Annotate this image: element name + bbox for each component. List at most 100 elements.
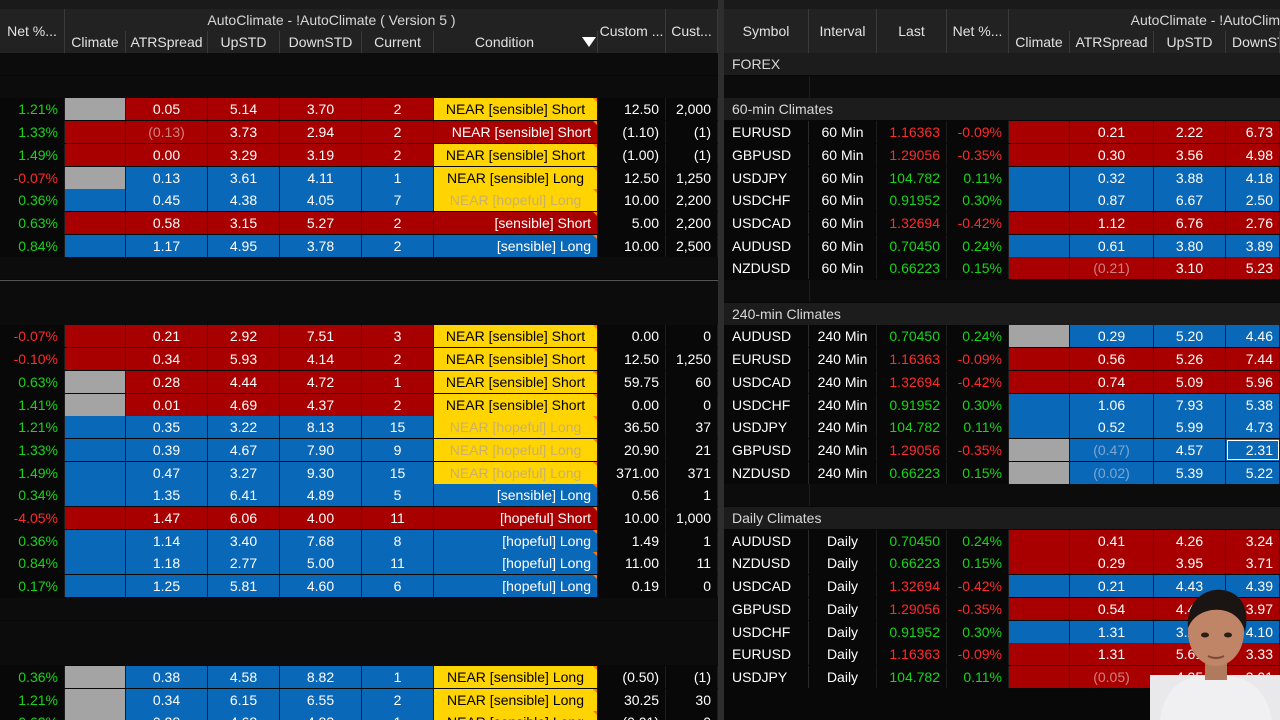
table-row[interactable]: 1.49% 0.00 3.29 3.19 2 NEAR [sensible] Short (… [0,143,718,166]
symbol-cell[interactable]: EURUSD [724,348,809,371]
table-row[interactable]: -0.10% 0.34 5.93 4.14 2 NEAR [sensible] Short… [0,348,718,371]
table-row[interactable]: NZDUSD 60 Min 0.66223 0.15% (0.21) 3.10 5.23 [724,257,1280,280]
table-row[interactable]: USDCHF 240 Min 0.91952 0.30% 1.06 7.93 5.38 [724,393,1280,416]
table-row[interactable]: 1.33% 0.39 4.67 7.90 9 NEAR [hopeful] Long 20.… [0,438,718,461]
table-row[interactable]: EURUSD 240 Min 1.16363 -0.09% 0.56 5.26 7.44 [724,348,1280,371]
table-row[interactable]: USDCHF 60 Min 0.91952 0.30% 0.87 6.67 2.50 [724,189,1280,212]
col-atrspread-header[interactable]: ATRSpread [126,31,208,53]
symbol-cell[interactable]: USDCAD [724,211,809,234]
col-atrspread-header-right[interactable]: ATRSpread [1070,31,1154,53]
upstd-cell: 5.81 [208,575,280,598]
section-label: Daily Climates [732,510,822,526]
table-row[interactable]: 0.84% 1.17 4.95 3.78 2 [sensible] Long 10.00 2,… [0,234,718,257]
condition-cell: NEAR [sensible] Long [434,665,598,688]
table-row[interactable]: NZDUSD 240 Min 0.66223 0.15% (0.02) 5.39 5.22 [724,461,1280,484]
interval-cell: 60 Min [809,211,877,234]
col-interval-header[interactable]: Interval [809,9,877,53]
symbol-cell[interactable]: USDCAD [724,370,809,393]
table-row[interactable]: AUDUSD 60 Min 0.70450 0.24% 0.61 3.80 3.89 [724,234,1280,257]
interval-cell: Daily [809,597,877,620]
current-cell: 1 [362,665,434,688]
symbol-cell[interactable]: AUDUSD [724,529,809,552]
table-row[interactable]: GBPUSD 60 Min 1.29056 -0.35% 0.30 3.56 4.98 [724,143,1280,166]
col-climate-header-right[interactable]: Climate [1009,31,1070,53]
upstd-cell: 6.41 [208,484,280,507]
condition-text: NEAR [sensible] Long [447,169,584,186]
table-row[interactable]: EURUSD 60 Min 1.16363 -0.09% 0.21 2.22 6.73 [724,121,1280,144]
col-net-header[interactable]: Net %... [0,9,65,53]
col-custom2-header[interactable]: Cust... [666,9,718,53]
table-row[interactable]: USDJPY 60 Min 104.782 0.11% 0.32 3.88 4.18 [724,166,1280,189]
current-cell: 15 [362,416,434,439]
orange-corner-flag-icon [593,348,597,353]
symbol-cell[interactable]: NZDUSD [724,552,809,575]
col-current-header[interactable]: Current [362,31,434,53]
col-custom1-header[interactable]: Custom ... [598,9,666,53]
filter-icon[interactable] [582,37,597,47]
symbol-cell[interactable]: USDJPY [724,166,809,189]
left-column-header: Net %... AutoClimate - !AutoClimate ( Ve… [0,9,718,53]
condition-cell: NEAR [sensible] Short [434,370,598,393]
table-row[interactable]: -4.05% 1.47 6.06 4.00 11 [hopeful] Short 10.00… [0,507,718,529]
interval-cell: 60 Min [809,166,877,189]
climate-cell [1009,393,1070,416]
symbol-cell[interactable]: NZDUSD [724,257,809,280]
symbol-cell[interactable]: GBPUSD [724,597,809,620]
upstd-cell: 3.73 [208,121,280,144]
symbol-cell[interactable]: AUDUSD [724,234,809,257]
table-row[interactable]: 0.36% 0.45 4.38 4.05 7 NEAR [hopeful] Long 10.… [0,189,718,212]
empty-cell [809,484,810,507]
table-row[interactable]: 0.62% 0.284.684.831 NEAR [sensible] Long (0… [0,711,718,720]
table-row[interactable]: 1.49% 0.47 3.27 9.30 15 NEAR [hopeful] Long 37… [0,461,718,484]
col-downstd-header[interactable]: DownSTD [280,31,362,53]
table-row[interactable]: 0.84% 1.18 2.77 5.00 11 [hopeful] Long 11.00 11 [0,552,718,575]
table-row[interactable]: 1.33% (0.13) 3.73 2.94 2 NEAR [sensible] Shor… [0,121,718,144]
symbol-cell[interactable]: EURUSD [724,121,809,144]
table-row[interactable]: USDCAD 240 Min 1.32694 -0.42% 0.74 5.09 5.96 [724,370,1280,393]
symbol-cell[interactable]: USDCHF [724,393,809,416]
symbol-cell[interactable]: AUDUSD [724,325,809,348]
table-row[interactable]: GBPUSD 240 Min 1.29056 -0.35% (0.47) 4.57 2.31 [724,438,1280,461]
table-row[interactable]: USDJPY 240 Min 104.782 0.11% 0.52 5.99 4.73 [724,416,1280,439]
last-price-cell: 1.32694 [877,211,947,234]
table-row[interactable]: 0.34% 1.35 6.41 4.89 5 [sensible] Long 0.56 1 [0,484,718,507]
col-net-header-right[interactable]: Net %... [947,9,1009,53]
custom2-cell: 2,500 [666,234,718,257]
table-row[interactable]: 0.63% 0.28 4.44 4.72 1 NEAR [sensible] Short 5… [0,370,718,393]
symbol-cell[interactable]: USDJPY [724,416,809,439]
custom2-cell: 0 [666,575,718,598]
symbol-cell[interactable]: USDCHF [724,620,809,643]
table-row[interactable]: USDCAD 60 Min 1.32694 -0.42% 1.12 6.76 2.76 [724,211,1280,234]
custom1-cell: 20.90 [598,438,666,461]
table-row[interactable]: -0.07% 0.21 2.92 7.51 3 NEAR [sensible] Short… [0,325,718,348]
symbol-cell[interactable]: GBPUSD [724,143,809,166]
table-row[interactable]: 0.36% 0.38 4.58 8.82 1 NEAR [sensible] Long (0… [0,665,718,688]
custom2-cell: 2,000 [666,98,718,121]
symbol-cell[interactable]: NZDUSD [724,461,809,484]
table-row[interactable]: AUDUSD 240 Min 0.70450 0.24% 0.29 5.20 4.46 [724,325,1280,348]
symbol-cell[interactable]: USDCHF [724,189,809,212]
table-row[interactable]: NZDUSD Daily 0.66223 0.15% 0.29 3.95 3.71 [724,552,1280,575]
table-row[interactable]: 1.21% 0.34 6.15 6.55 2 NEAR [sensible] Long 30… [0,688,718,711]
col-condition-header[interactable]: Condition [434,31,598,53]
table-row[interactable]: 1.21% 0.05 5.14 3.70 2 NEAR [sensible] Short 1… [0,98,718,121]
col-upstd-header[interactable]: UpSTD [208,31,280,53]
custom2-cell: 1,250 [666,348,718,371]
table-row[interactable]: 0.63% 0.58 3.15 5.27 2 [sensible] Short 5.00 2,… [0,211,718,234]
net-change-cell: 0.36% [0,529,65,552]
col-upstd-header-right[interactable]: UpSTD [1154,31,1226,53]
table-row[interactable]: 1.21% 0.35 3.22 8.13 15 NEAR [hopeful] Long 36… [0,416,718,439]
col-symbol-header[interactable]: Symbol [724,9,809,53]
symbol-cell[interactable]: EURUSD [724,643,809,666]
symbol-cell[interactable]: USDCAD [724,575,809,598]
table-row[interactable]: -0.07% 0.13 3.61 4.11 1 NEAR [sensible] Long 1… [0,166,718,189]
col-downstd-header-right[interactable]: DownSTD [1226,31,1280,53]
table-row[interactable]: 1.41% 0.01 4.69 4.37 2 NEAR [sensible] Short 0… [0,393,718,416]
table-row[interactable]: 0.36% 1.14 3.40 7.68 8 [hopeful] Long 1.49 1 [0,529,718,552]
table-row[interactable]: AUDUSD Daily 0.70450 0.24% 0.41 4.26 3.24 [724,529,1280,552]
symbol-cell[interactable]: GBPUSD [724,438,809,461]
col-climate-header[interactable]: Climate [65,31,126,53]
table-row[interactable]: 0.17% 1.25 5.81 4.60 6 [hopeful] Long 0.19 0 [0,575,718,598]
symbol-cell[interactable]: USDJPY [724,665,809,688]
col-last-header[interactable]: Last [877,9,947,53]
